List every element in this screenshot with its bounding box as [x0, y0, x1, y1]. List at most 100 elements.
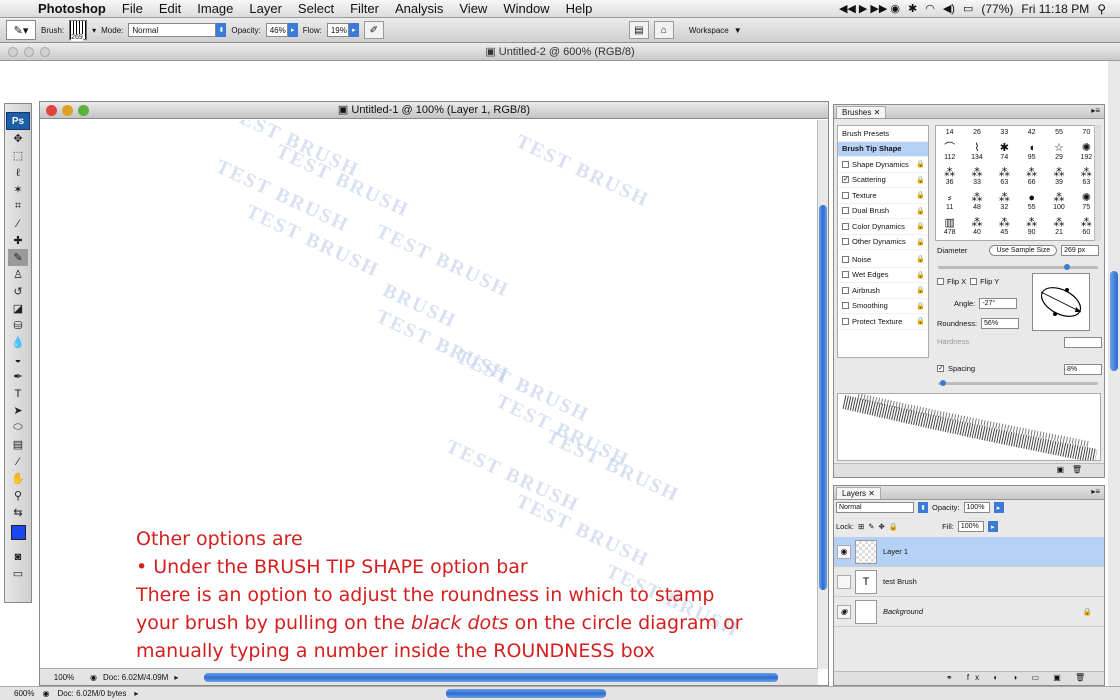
doc1-horizontal-scroll-thumb[interactable]: [204, 672, 778, 682]
brush-option-item[interactable]: Color Dynamics 🔒: [838, 219, 928, 235]
close-button[interactable]: [8, 47, 18, 57]
layer-opacity-field[interactable]: 100%: [963, 502, 990, 513]
menu-help[interactable]: Help: [558, 0, 601, 18]
file-browser-icon[interactable]: ▤: [628, 21, 649, 39]
eraser-tool-icon[interactable]: ◪: [8, 300, 28, 317]
menu-view[interactable]: View: [451, 0, 495, 18]
scroll-thumb[interactable]: [819, 205, 827, 590]
brush-tip-cell[interactable]: ⁂ 40: [963, 215, 990, 240]
brush-option-item[interactable]: ✓ Scattering 🔒: [838, 173, 928, 188]
scroll-thumb[interactable]: [1110, 271, 1118, 371]
angle-field[interactable]: -27°: [979, 298, 1018, 309]
slider-arrow-icon[interactable]: ▸: [987, 521, 998, 532]
brush-tip-cell[interactable]: ⸗ 11: [936, 190, 963, 215]
brush-tip-cell[interactable]: ⁂ 45: [991, 215, 1018, 240]
spacing-field[interactable]: 8%: [1064, 364, 1102, 375]
fill-field[interactable]: 100%: [957, 521, 984, 532]
layer-row[interactable]: T test Brush: [834, 567, 1104, 597]
menu-analysis[interactable]: Analysis: [387, 0, 451, 18]
hand-tool-icon[interactable]: ✋: [8, 470, 28, 487]
brush-option-item[interactable]: Protect Texture 🔒: [838, 314, 928, 330]
wifi-icon[interactable]: ◠: [925, 2, 935, 15]
brush-tip-cell[interactable]: ⁂ 100: [1045, 190, 1072, 215]
lock-icon[interactable]: 🔒: [916, 176, 925, 184]
doc1-zoom[interactable]: 100%: [44, 673, 84, 682]
opacity-field[interactable]: 46% ▸: [265, 23, 298, 37]
blend-mode-select[interactable]: Normal: [836, 502, 914, 513]
lock-icon[interactable]: 🔒: [916, 255, 925, 263]
swap-colors-icon[interactable]: ⇆: [8, 504, 28, 521]
checkbox-icon[interactable]: [842, 286, 849, 294]
new-brush-icon[interactable]: ▣: [1056, 465, 1064, 474]
delete-brush-icon[interactable]: 🗑: [1072, 465, 1082, 474]
brush-option-item[interactable]: Smoothing 🔒: [838, 299, 928, 314]
shape-tool-icon[interactable]: ⬭: [8, 419, 28, 436]
marquee-tool-icon[interactable]: ⬚: [8, 147, 28, 164]
brush-tip-cell[interactable]: ✱ 74: [991, 140, 1018, 165]
brush-tip-grid[interactable]: 14 26 33 42 55 70 ⌒ 112 ⌇ 134 ✱ 74 ◖ 95 ☆ 29 ✺ 192 ⁂ 36 ⁂ 33 ⁂…: [935, 125, 1101, 241]
panel-menu-icon[interactable]: ▸≡: [1091, 487, 1100, 496]
quick-mask-icon[interactable]: ◙: [8, 548, 28, 565]
flow-field[interactable]: 19% ▸: [326, 23, 359, 37]
brush-option-item[interactable]: Texture 🔒: [838, 188, 928, 204]
lock-icon[interactable]: 🔒: [916, 160, 925, 168]
status-arrow-icon[interactable]: ▸: [134, 689, 138, 698]
doc1-vertical-scrollbar[interactable]: [817, 120, 828, 669]
lock-icon[interactable]: 🔒: [916, 222, 925, 230]
diameter-slider[interactable]: [938, 264, 1098, 270]
checkbox-icon[interactable]: [842, 302, 849, 310]
crop-tool-icon[interactable]: ⌗: [8, 198, 28, 215]
status-menu-icon[interactable]: ◉: [42, 689, 49, 698]
brush-presets-item[interactable]: Brush Presets: [838, 126, 928, 142]
spotlight-icon[interactable]: ⚲: [1097, 2, 1106, 16]
brushes-tab[interactable]: Brushes ✕: [836, 106, 887, 118]
brush-tip-cell[interactable]: ☆ 29: [1045, 140, 1072, 165]
lock-icon[interactable]: 🔒: [916, 286, 925, 294]
menu-layer[interactable]: Layer: [241, 0, 290, 18]
tool-preset-picker[interactable]: ✎▾: [6, 20, 36, 40]
spacing-slider[interactable]: [938, 380, 1098, 386]
slider-knob[interactable]: [940, 380, 946, 386]
brush-tip-cell[interactable]: 42: [1018, 126, 1045, 140]
battery-icon[interactable]: ▭: [963, 2, 973, 15]
zoom-button[interactable]: [40, 47, 50, 57]
brush-angle-diagram[interactable]: [1032, 273, 1090, 331]
brush-tip-cell[interactable]: ⌇ 134: [963, 140, 990, 165]
ps-logo[interactable]: Ps: [6, 112, 30, 130]
brush-tip-cell[interactable]: ⌒ 112: [936, 140, 963, 165]
lock-icon[interactable]: 🔒: [916, 191, 925, 199]
bluetooth-icon[interactable]: ✱: [908, 2, 917, 15]
checkbox-icon[interactable]: [842, 255, 849, 263]
use-sample-size-button[interactable]: Use Sample Size: [989, 245, 1058, 256]
zoom-tool-icon[interactable]: ⚲: [8, 487, 28, 504]
brush-tip-cell[interactable]: ⁂ 21: [1045, 215, 1072, 240]
brush-option-item[interactable]: Noise 🔒: [838, 252, 928, 268]
checkbox-icon[interactable]: ✓: [842, 176, 849, 184]
checkbox-icon[interactable]: [842, 160, 849, 168]
lock-position-icon[interactable]: ✥: [879, 522, 885, 531]
screen-mode-icon[interactable]: ▭: [8, 565, 28, 582]
brush-option-item[interactable]: Airbrush 🔒: [838, 283, 928, 299]
lock-pixels-icon[interactable]: ✎: [868, 522, 874, 531]
dropdown-arrow-icon[interactable]: ▾: [92, 26, 96, 35]
bridge-icon[interactable]: ⌂: [653, 21, 674, 39]
brush-tip-cell[interactable]: ⁂ 39: [1045, 165, 1072, 190]
panel-menu-icon[interactable]: ▸≡: [1091, 106, 1100, 115]
minimize-button[interactable]: [62, 105, 73, 116]
path-selection-tool-icon[interactable]: ➤: [8, 402, 28, 419]
airbrush-icon[interactable]: ✐: [363, 21, 384, 39]
doc2-zoom[interactable]: 600%: [14, 689, 34, 698]
brush-tip-cell[interactable]: ⁂ 32: [991, 190, 1018, 215]
healing-brush-tool-icon[interactable]: ✚: [8, 232, 28, 249]
close-button[interactable]: [46, 105, 57, 116]
brush-option-item[interactable]: Dual Brush 🔒: [838, 204, 928, 219]
brush-tip-cell[interactable]: 55: [1045, 126, 1072, 140]
brush-tip-cell[interactable]: ⁂ 90: [1018, 215, 1045, 240]
doc1-titlebar[interactable]: ▣ Untitled-1 @ 100% (Layer 1, RGB/8): [40, 102, 828, 119]
menu-edit[interactable]: Edit: [151, 0, 189, 18]
brush-tip-cell[interactable]: 33: [991, 126, 1018, 140]
clock[interactable]: Fri 11:18 PM: [1021, 2, 1089, 16]
checkbox-icon[interactable]: [842, 317, 849, 325]
status-menu-icon[interactable]: ◉: [90, 673, 97, 682]
lock-icon[interactable]: 🔒: [916, 317, 925, 325]
